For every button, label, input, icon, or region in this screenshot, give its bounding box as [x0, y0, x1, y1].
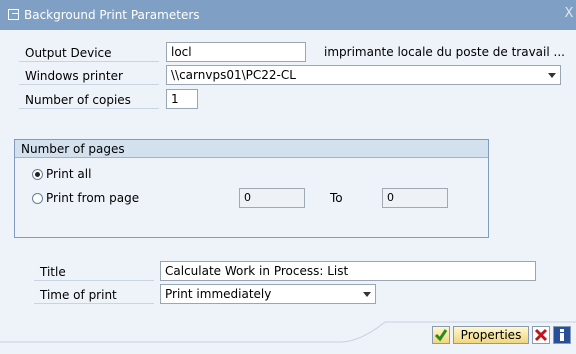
- info-button[interactable]: [553, 326, 571, 344]
- close-button[interactable]: X: [562, 4, 576, 24]
- copies-input[interactable]: 1: [166, 89, 198, 109]
- to-page-input[interactable]: 0: [382, 188, 448, 208]
- windows-printer-value: \\carnvps01\PC22-CL: [171, 68, 296, 82]
- time-of-print-label: Time of print: [34, 286, 154, 304]
- windows-printer-select[interactable]: \\carnvps01\PC22-CL: [166, 65, 561, 85]
- print-from-radio[interactable]: [32, 193, 43, 204]
- dialog-body: Output Device locl imprimante locale du …: [0, 30, 576, 354]
- window-title: Background Print Parameters: [24, 8, 200, 22]
- copies-label: Number of copies: [19, 91, 159, 109]
- output-device-input[interactable]: locl: [166, 42, 306, 62]
- cross-icon: [534, 328, 548, 342]
- pages-group: Number of pages Print all Print from pag…: [14, 139, 489, 238]
- pages-group-title: Number of pages: [15, 140, 488, 158]
- time-of-print-select[interactable]: Print immediately: [160, 284, 376, 304]
- output-device-description: imprimante locale du poste de travail ..…: [324, 45, 565, 59]
- print-all-label: Print all: [46, 167, 92, 181]
- confirm-button[interactable]: [432, 326, 450, 344]
- windows-printer-label: Windows printer: [19, 67, 159, 85]
- check-icon: [434, 329, 448, 342]
- print-from-label: Print from page: [46, 191, 140, 205]
- title-input[interactable]: Calculate Work in Process: List: [160, 261, 536, 281]
- to-label: To: [330, 191, 343, 205]
- title-bar: Background Print Parameters X: [0, 0, 576, 30]
- from-page-input[interactable]: 0: [239, 188, 305, 208]
- window-menu-icon[interactable]: [8, 9, 19, 20]
- output-device-label: Output Device: [19, 44, 159, 62]
- title-label: Title: [34, 263, 154, 281]
- chevron-down-icon: [363, 292, 371, 297]
- chevron-down-icon: [548, 73, 556, 78]
- cancel-button[interactable]: [532, 326, 550, 344]
- print-all-radio[interactable]: [32, 169, 43, 180]
- info-icon: [560, 329, 564, 341]
- properties-button[interactable]: Properties: [453, 326, 529, 344]
- time-of-print-value: Print immediately: [165, 287, 272, 301]
